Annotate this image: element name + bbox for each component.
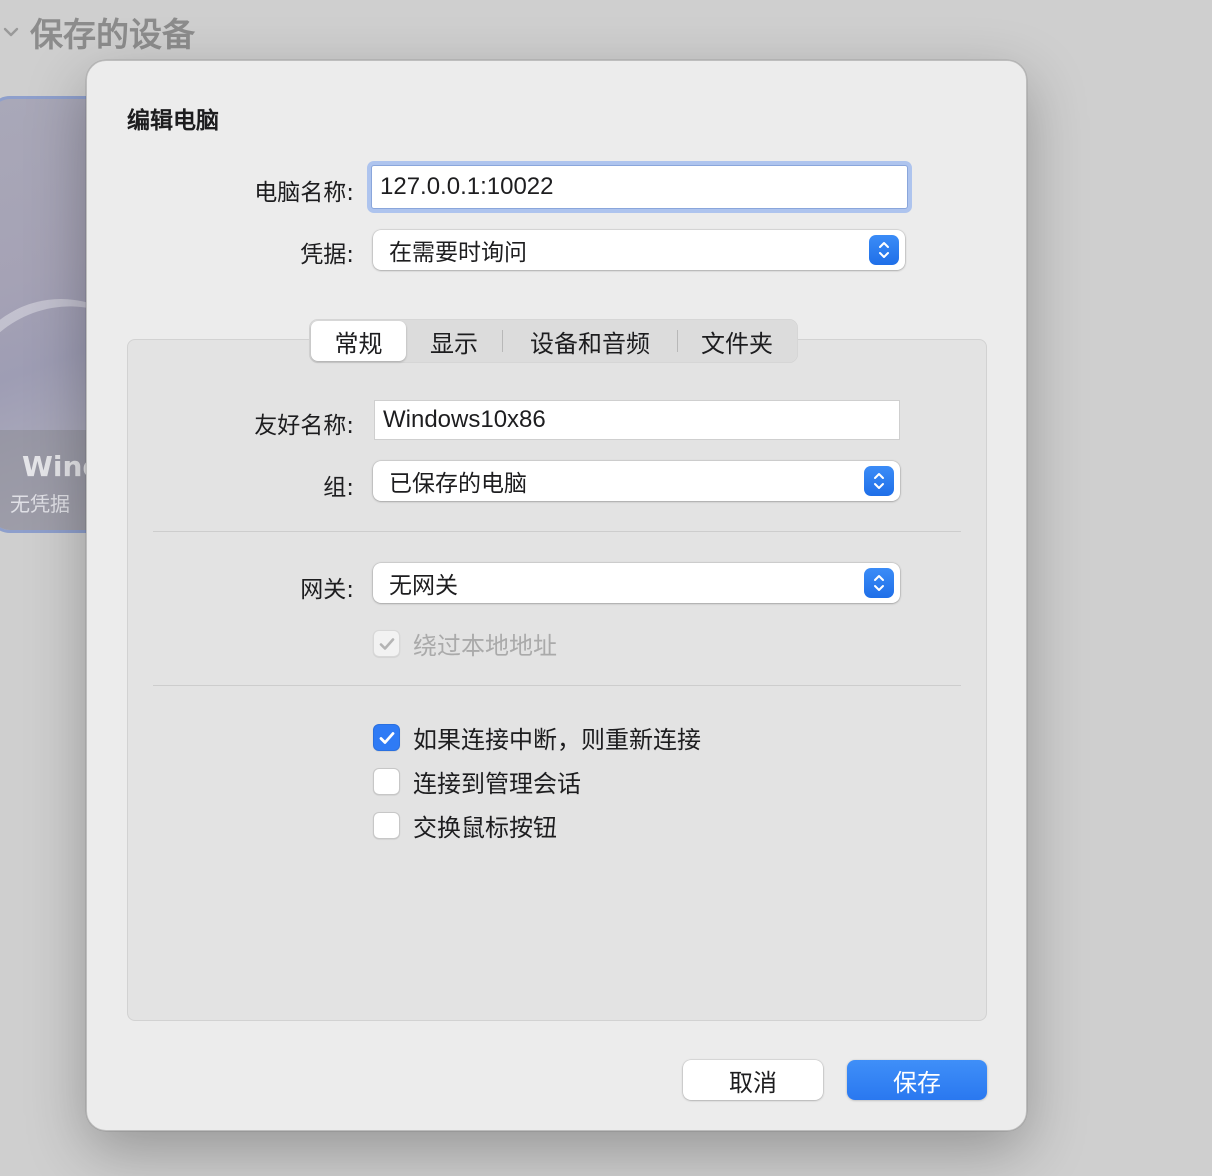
section-divider (153, 531, 961, 532)
gateway-popup[interactable]: 无网关 (373, 563, 900, 603)
reconnect-checkbox[interactable] (373, 724, 400, 751)
bypass-local-row: 绕过本地地址 (373, 626, 557, 661)
friendly-name-input[interactable]: Windows10x86 (374, 400, 900, 440)
computer-name-label: 电脑名称: (254, 180, 354, 206)
friendly-name-label: 友好名称: (254, 413, 354, 439)
swap-mouse-label: 交换鼠标按钮 (413, 814, 557, 842)
credentials-value: 在需要时询问 (389, 240, 527, 266)
admin-session-label: 连接到管理会话 (413, 770, 581, 798)
reconnect-row[interactable]: 如果连接中断，则重新连接 (373, 720, 701, 755)
popup-stepper-icon (864, 568, 894, 598)
friendly-name-value: Windows10x86 (383, 406, 546, 433)
credentials-popup[interactable]: 在需要时询问 (373, 230, 905, 270)
tab-folders[interactable]: 文件夹 (678, 321, 796, 361)
dialog-title: 编辑电脑 (127, 108, 219, 134)
group-value: 已保存的电脑 (389, 471, 527, 497)
section-divider (153, 685, 961, 686)
bypass-local-checkbox (373, 630, 400, 657)
tab-devices-audio[interactable]: 设备和音频 (503, 321, 677, 361)
tab-bar: 常规 显示 设备和音频 文件夹 (309, 319, 798, 363)
credentials-label: 凭据: (300, 242, 354, 268)
computer-name-input[interactable]: 127.0.0.1:10022 (371, 165, 908, 209)
admin-session-row[interactable]: 连接到管理会话 (373, 764, 581, 799)
swap-mouse-row[interactable]: 交换鼠标按钮 (373, 808, 557, 843)
group-label: 组: (323, 475, 354, 501)
chevron-down-icon[interactable] (0, 12, 22, 52)
bypass-local-label: 绕过本地地址 (413, 632, 557, 660)
reconnect-label: 如果连接中断，则重新连接 (413, 726, 701, 754)
tab-content-box (127, 339, 987, 1021)
computer-name-value: 127.0.0.1:10022 (380, 173, 554, 200)
background-header-title: 保存的设备 (30, 15, 195, 54)
edit-pc-dialog: 编辑电脑 电脑名称: 127.0.0.1:10022 凭据: 在需要时询问 常规… (86, 60, 1027, 1131)
popup-stepper-icon (864, 466, 894, 496)
tab-display[interactable]: 显示 (406, 321, 502, 361)
admin-session-checkbox[interactable] (373, 768, 400, 795)
swap-mouse-checkbox[interactable] (373, 812, 400, 839)
gateway-label: 网关: (300, 577, 354, 603)
group-popup[interactable]: 已保存的电脑 (373, 461, 900, 501)
tab-general[interactable]: 常规 (311, 321, 406, 361)
gateway-value: 无网关 (389, 573, 458, 599)
background-header: 保存的设备 (0, 8, 195, 56)
cancel-button[interactable]: 取消 (683, 1060, 823, 1100)
save-button[interactable]: 保存 (847, 1060, 987, 1100)
popup-stepper-icon (869, 235, 899, 265)
